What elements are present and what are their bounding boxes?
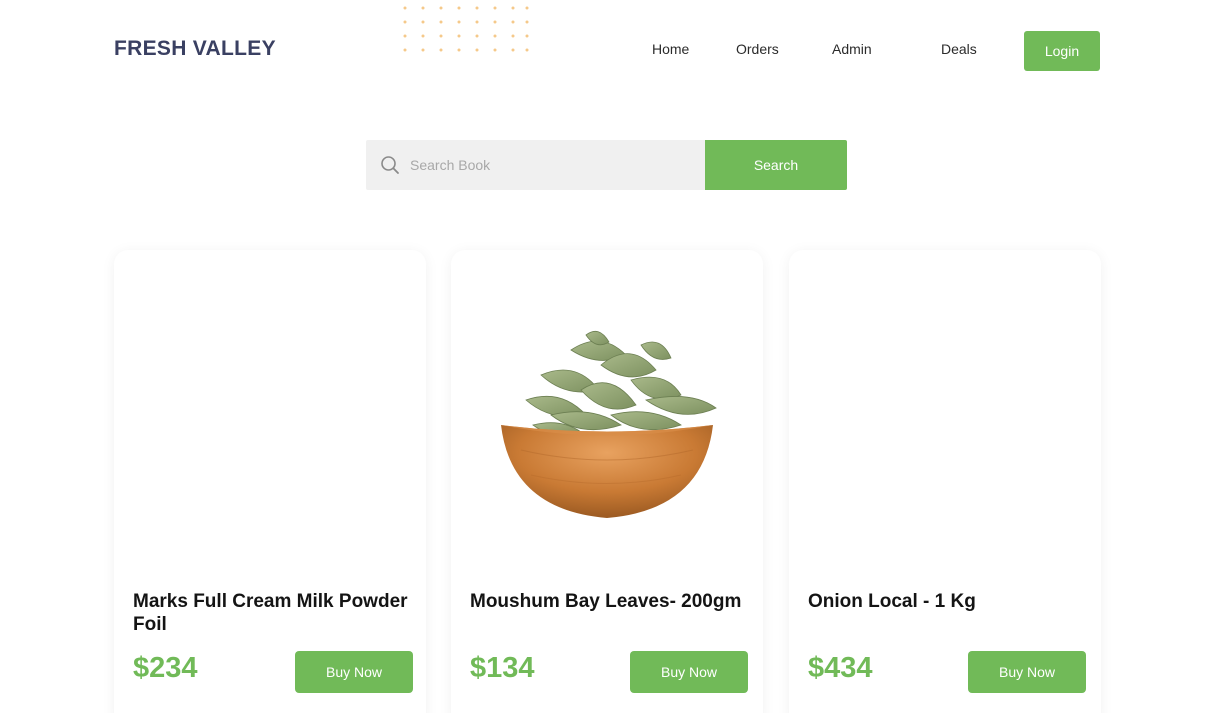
product-price: $234 <box>133 652 198 684</box>
brand-logo[interactable]: FRESH VALLEY <box>114 37 276 61</box>
bay-leaves-bowl-image <box>501 330 717 518</box>
search-icon <box>381 156 399 174</box>
buy-now-button[interactable]: Buy Now <box>968 651 1086 693</box>
product-card-onion: Onion Local - 1 Kg $434 Buy Now <box>789 250 1101 713</box>
buy-now-button[interactable]: Buy Now <box>630 651 748 693</box>
search-button[interactable]: Search <box>705 140 847 190</box>
product-price: $434 <box>808 652 873 684</box>
decorative-dot-pattern <box>403 6 529 52</box>
nav-link-deals[interactable]: Deals <box>941 41 977 57</box>
product-card-bay-leaves: Moushum Bay Leaves- 200gm $134 Buy Now <box>451 250 763 713</box>
page: FRESH VALLEY Home Orders Admin Deals Log… <box>0 0 1215 713</box>
product-title: Marks Full Cream Milk Powder Foil <box>133 591 408 635</box>
nav-link-home[interactable]: Home <box>652 41 689 57</box>
product-image-empty <box>819 320 1071 530</box>
search-box <box>366 140 705 190</box>
product-image-empty <box>144 320 396 530</box>
nav-link-admin[interactable]: Admin <box>832 41 872 57</box>
nav-link-orders[interactable]: Orders <box>736 41 779 57</box>
product-title: Moushum Bay Leaves- 200gm <box>470 591 742 612</box>
product-card-milk-powder: Marks Full Cream Milk Powder Foil $234 B… <box>114 250 426 713</box>
product-title: Onion Local - 1 Kg <box>808 591 976 612</box>
search-input[interactable] <box>410 140 700 190</box>
buy-now-button[interactable]: Buy Now <box>295 651 413 693</box>
product-price: $134 <box>470 652 535 684</box>
login-button[interactable]: Login <box>1024 31 1100 71</box>
